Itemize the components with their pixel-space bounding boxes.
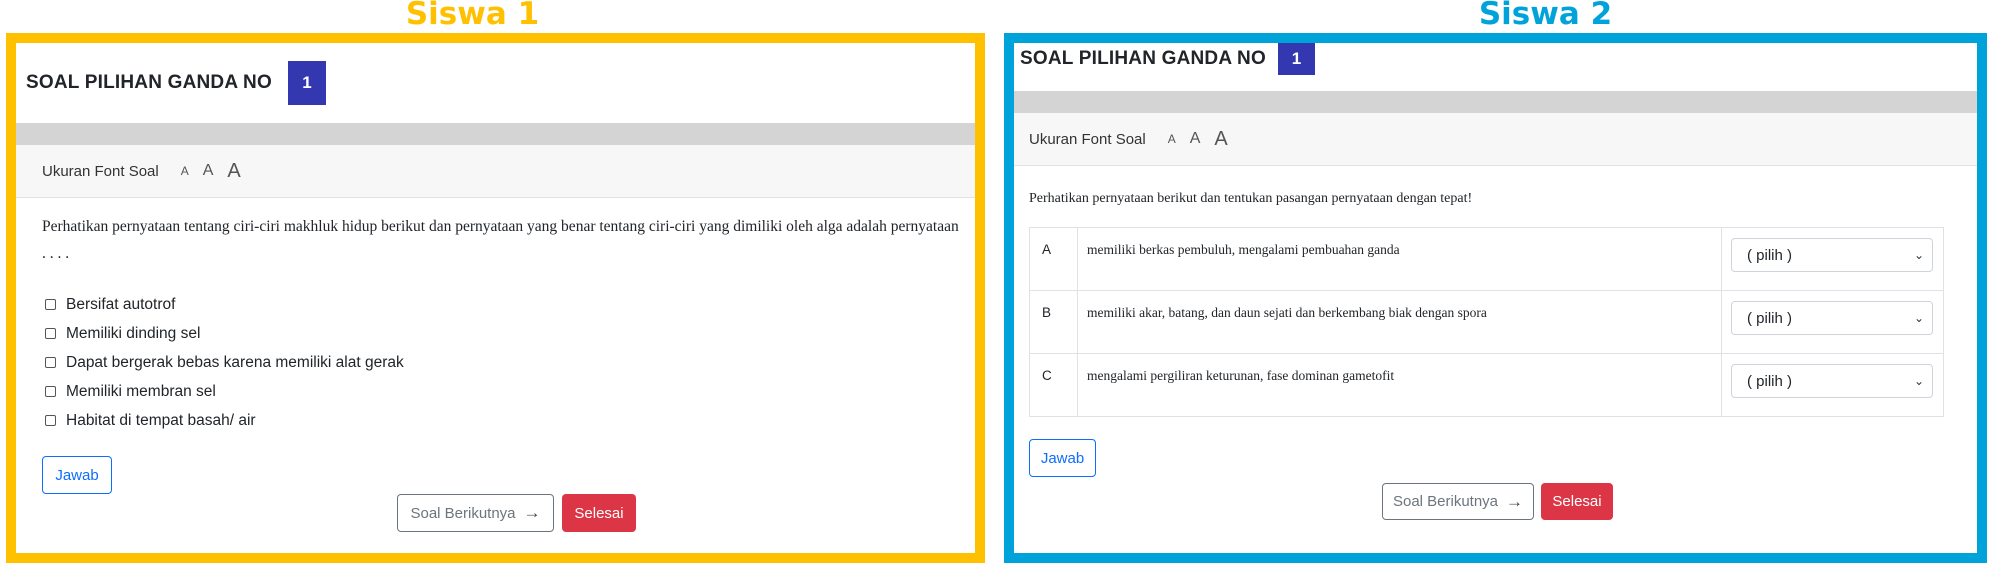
font-size-medium-button[interactable]: A [1190,130,1201,148]
jawab-button[interactable]: Jawab [42,456,112,494]
checkbox[interactable] [45,357,56,368]
next-question-button[interactable]: Soal Berikutnya → [1382,483,1534,520]
chevron-down-icon: ⌄ [1913,248,1924,262]
font-size-large-button[interactable]: A [227,160,240,183]
row-statement: memiliki berkas pembuluh, mengalami pemb… [1077,227,1722,291]
panel-title-siswa-2: Siswa 2 [1478,0,1613,32]
select-value: ( pilih ) [1747,246,1793,264]
header-divider-bar [1014,91,1977,113]
next-question-label: Soal Berikutnya [410,504,516,522]
font-size-bar: Ukuran Font Soal A A A [16,145,975,198]
arrow-right-icon: → [1506,491,1524,511]
option-label: Bersifat autotrof [66,295,176,313]
next-question-label: Soal Berikutnya [1392,493,1499,510]
question-text: Perhatikan pernyataan tentang ciri-ciri … [42,218,959,262]
question-number-badge[interactable]: 1 [1277,43,1315,75]
option-item[interactable]: Habitat di tempat basah/ air [45,406,404,435]
panel-title-siswa-1: Siswa 1 [405,0,540,32]
option-item[interactable]: Dapat bergerak bebas karena memiliki ala… [45,348,404,377]
option-item[interactable]: Memiliki membran sel [45,377,404,406]
next-question-button[interactable]: Soal Berikutnya → [397,494,554,532]
siswa-2-panel: SOAL PILIHAN GANDA NO 1 Ukuran Font Soal… [1004,33,1987,563]
row-key: A [1029,227,1078,291]
font-size-label: Ukuran Font Soal [1029,130,1146,148]
question-header-label: SOAL PILIHAN GANDA NO [1020,48,1266,69]
match-select[interactable]: ( pilih ) ⌄ [1731,364,1933,398]
question-text: Perhatikan pernyataan berikut dan tentuk… [1029,191,1473,206]
font-size-large-button[interactable]: A [1214,128,1227,151]
question-header: SOAL PILIHAN GANDA NO 1 [16,43,975,123]
option-item[interactable]: Memiliki dinding sel [45,319,404,348]
checkbox[interactable] [45,415,56,426]
row-select-cell: ( pilih ) ⌄ [1721,353,1944,417]
checkbox[interactable] [45,328,56,339]
font-size-bar: Ukuran Font Soal A A A [1014,113,1977,166]
row-select-cell: ( pilih ) ⌄ [1721,290,1944,354]
question-header-label: SOAL PILIHAN GANDA NO [26,72,272,93]
font-size-small-button[interactable]: A [1168,132,1176,146]
row-statement: mengalami pergiliran keturunan, fase dom… [1077,353,1722,417]
option-label: Memiliki membran sel [66,382,216,400]
select-value: ( pilih ) [1747,309,1793,327]
finish-button[interactable]: Selesai [1541,483,1613,520]
option-label: Habitat di tempat basah/ air [66,411,256,429]
table-row: C mengalami pergiliran keturunan, fase d… [1029,353,1944,417]
siswa-1-panel: SOAL PILIHAN GANDA NO 1 Ukuran Font Soal… [6,33,985,563]
options-list: Bersifat autotrof Memiliki dinding sel D… [45,290,404,435]
checkbox[interactable] [45,299,56,310]
checkbox[interactable] [45,386,56,397]
option-item[interactable]: Bersifat autotrof [45,290,404,319]
question-header: SOAL PILIHAN GANDA NO 1 [1014,43,1977,75]
table-row: A memiliki berkas pembuluh, mengalami pe… [1029,227,1944,291]
font-size-label: Ukuran Font Soal [42,162,159,180]
chevron-down-icon: ⌄ [1913,311,1924,325]
row-key: C [1029,353,1078,417]
jawab-button[interactable]: Jawab [1029,439,1096,477]
row-select-cell: ( pilih ) ⌄ [1721,227,1944,291]
header-divider-bar [16,123,975,145]
row-statement: memiliki akar, batang, dan daun sejati d… [1077,290,1722,354]
row-key: B [1029,290,1078,354]
option-label: Memiliki dinding sel [66,324,201,342]
table-row: B memiliki akar, batang, dan daun sejati… [1029,290,1944,354]
select-value: ( pilih ) [1747,372,1793,390]
match-select[interactable]: ( pilih ) ⌄ [1731,238,1933,272]
font-size-small-button[interactable]: A [181,164,189,178]
arrow-right-icon: → [523,503,541,522]
option-label: Dapat bergerak bebas karena memiliki ala… [66,353,404,371]
font-size-medium-button[interactable]: A [203,162,214,180]
matching-table: A memiliki berkas pembuluh, mengalami pe… [1029,227,1944,417]
finish-button[interactable]: Selesai [562,494,636,532]
match-select[interactable]: ( pilih ) ⌄ [1731,301,1933,335]
chevron-down-icon: ⌄ [1913,374,1924,388]
question-number-badge[interactable]: 1 [287,61,326,105]
